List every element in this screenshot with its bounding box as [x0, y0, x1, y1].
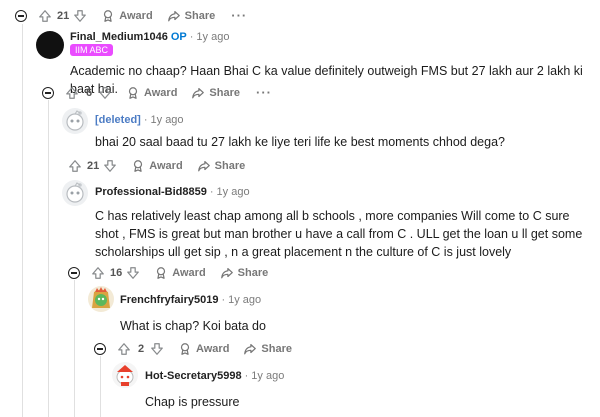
snoo-avatar-icon	[66, 182, 84, 203]
username[interactable]: Professional-Bid8859	[95, 186, 207, 198]
downvote-icon[interactable]	[98, 86, 112, 100]
username: [deleted]	[95, 114, 141, 126]
comment-actions: 16 Award Share	[68, 262, 268, 284]
snoo-avatar-icon	[116, 365, 134, 386]
comment-actions: 21 Award Share ···	[15, 5, 247, 27]
collapse-thread-button[interactable]	[68, 267, 80, 279]
award-label: Award	[172, 267, 206, 279]
downvote-icon[interactable]	[126, 266, 140, 280]
comment-body: What is chap? Koi bata do	[120, 319, 266, 333]
share-label: Share	[261, 343, 292, 355]
snoo-avatar-icon	[92, 287, 110, 308]
award-button[interactable]: Award	[178, 342, 229, 356]
share-label: Share	[214, 160, 246, 172]
award-label: Award	[196, 343, 230, 355]
username[interactable]: Final_Medium1046	[70, 31, 168, 43]
award-icon	[101, 9, 115, 23]
share-button[interactable]: Share	[220, 266, 269, 280]
share-icon	[243, 342, 257, 356]
collapse-thread-button[interactable]	[15, 10, 27, 22]
award-icon	[126, 86, 140, 100]
downvote-icon[interactable]	[150, 342, 164, 356]
share-button[interactable]: Share	[243, 342, 292, 356]
share-label: Share	[237, 267, 269, 279]
award-button[interactable]: Award	[126, 86, 177, 100]
timestamp[interactable]: 1y ago	[228, 294, 261, 306]
vote-count: 21	[87, 160, 100, 172]
comment-actions: 21 Award Share	[68, 155, 245, 177]
comment-header: Professional-Bid8859 · 1y ago	[95, 186, 250, 198]
award-icon	[178, 342, 192, 356]
separator-dot: ·	[189, 31, 194, 43]
upvote-icon[interactable]	[91, 266, 105, 280]
avatar	[62, 108, 88, 134]
award-label: Award	[144, 87, 178, 99]
timestamp[interactable]: 1y ago	[251, 370, 284, 382]
upvote-icon[interactable]	[117, 342, 131, 356]
avatar[interactable]	[62, 180, 88, 206]
separator-dot: ·	[244, 370, 249, 382]
award-button[interactable]: Award	[154, 266, 206, 280]
award-icon	[131, 159, 145, 173]
comment-header: Hot-Secretary5998 · 1y ago	[145, 370, 284, 382]
vote-count: 21	[57, 10, 70, 22]
upvote-icon[interactable]	[38, 9, 52, 23]
share-button[interactable]: Share	[191, 86, 240, 100]
collapse-thread-button[interactable]	[94, 343, 106, 355]
avatar[interactable]	[36, 31, 64, 59]
downvote-icon[interactable]	[103, 159, 117, 173]
comment-body: bhai 20 saal baad tu 27 lakh ke liye ter…	[95, 135, 505, 149]
comment-header: Final_Medium1046 OP · 1y ago	[70, 31, 229, 43]
comment-header: Frenchfryfairy5019 · 1y ago	[120, 294, 261, 306]
share-button[interactable]: Share	[167, 9, 216, 23]
more-options-button[interactable]: ···	[231, 9, 247, 22]
comment-actions: 2 Award Share	[94, 338, 292, 360]
vote-count: 2	[137, 343, 145, 355]
comment-actions: 6 Award Share ···	[42, 82, 272, 104]
snoo-avatar-icon	[66, 110, 84, 131]
downvote-icon[interactable]	[73, 9, 87, 23]
share-icon	[167, 9, 181, 23]
award-label: Award	[119, 10, 153, 22]
thread-line	[74, 280, 75, 417]
more-options-button[interactable]: ···	[256, 86, 272, 99]
vote-count: 6	[85, 87, 93, 99]
upvote-icon[interactable]	[65, 86, 79, 100]
timestamp[interactable]: 1y ago	[151, 114, 184, 126]
op-badge: OP	[170, 31, 187, 43]
award-button[interactable]: Award	[131, 159, 183, 173]
avatar[interactable]	[88, 286, 114, 312]
share-label: Share	[209, 87, 240, 99]
vote-count: 16	[110, 267, 123, 279]
separator-dot: ·	[209, 186, 214, 198]
user-flair: IIM ABC	[70, 44, 114, 56]
timestamp[interactable]: 1y ago	[217, 186, 250, 198]
collapse-thread-button[interactable]	[42, 87, 54, 99]
timestamp[interactable]: 1y ago	[196, 31, 229, 43]
award-icon	[154, 266, 168, 280]
username[interactable]: Frenchfryfairy5019	[120, 294, 218, 306]
share-icon	[220, 266, 234, 280]
comment-header: [deleted] · 1y ago	[95, 114, 184, 126]
thread-line	[100, 356, 101, 417]
upvote-icon[interactable]	[68, 159, 82, 173]
share-label: Share	[184, 10, 216, 22]
share-icon	[197, 159, 211, 173]
thread-line	[22, 24, 23, 417]
comment-body: C has relatively least chap among all b …	[95, 209, 583, 259]
award-label: Award	[149, 160, 183, 172]
username[interactable]: Hot-Secretary5998	[145, 370, 242, 382]
separator-dot: ·	[143, 114, 148, 126]
separator-dot: ·	[221, 294, 226, 306]
comment-body: Chap is pressure	[145, 395, 240, 409]
share-icon	[191, 86, 205, 100]
award-button[interactable]: Award	[101, 9, 153, 23]
share-button[interactable]: Share	[197, 159, 246, 173]
avatar[interactable]	[112, 362, 138, 388]
thread-line	[48, 100, 49, 417]
